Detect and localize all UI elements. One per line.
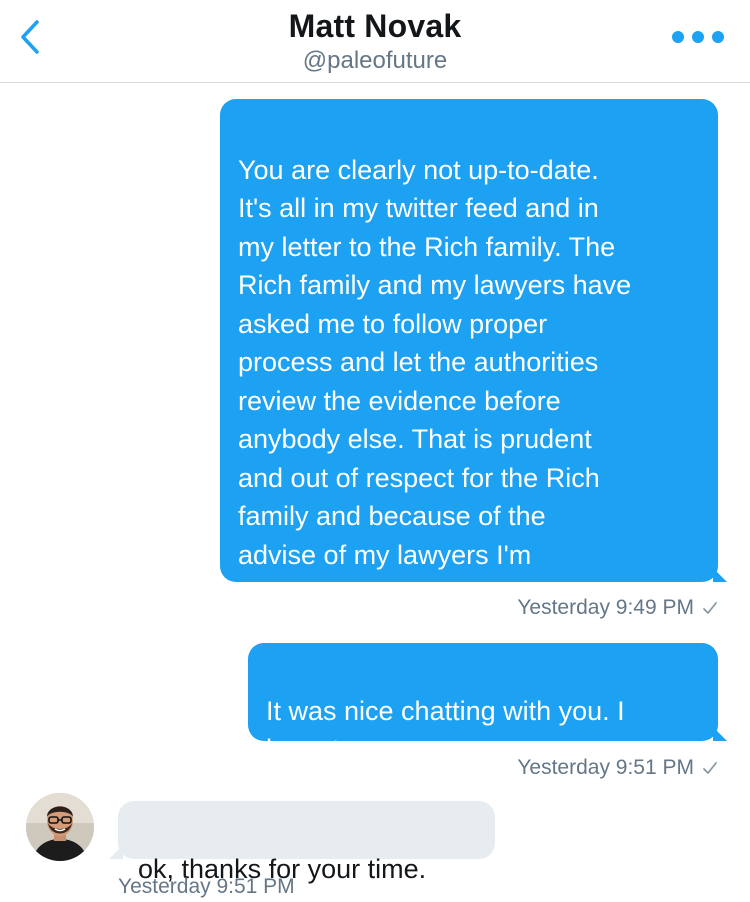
conversation-title-block[interactable]: Matt Novak @paleofuture [0, 6, 750, 76]
sent-message-bubble[interactable]: It was nice chatting with you. I have to… [248, 643, 727, 764]
conversation-header: Matt Novak @paleofuture [0, 0, 750, 83]
message-timestamp: Yesterday 9:51 PM [118, 875, 295, 898]
message-text: It was nice chatting with you. I have to… [266, 695, 625, 765]
more-horizontal-icon [672, 31, 724, 43]
message-meta: Yesterday 9:51 PM [517, 755, 718, 783]
avatar[interactable] [26, 793, 94, 861]
sent-message-bubble[interactable]: You are clearly not up-to-date. It's all… [220, 99, 727, 608]
message-meta: Yesterday 9:49 PM [517, 595, 718, 623]
message-timestamp: Yesterday 9:51 PM [517, 756, 694, 779]
dm-conversation-screen: Matt Novak @paleofuture You are clearly … [0, 0, 750, 902]
contact-handle: @paleofuture [302, 47, 448, 74]
received-message-bubble[interactable]: ok, thanks for your time. [109, 801, 495, 884]
checkmark-icon [702, 597, 718, 623]
message-timestamp: Yesterday 9:49 PM [517, 596, 694, 619]
more-options-button[interactable] [672, 24, 724, 50]
message-meta: Yesterday 9:51 PM [118, 874, 295, 900]
contact-name: Matt Novak [288, 8, 462, 44]
checkmark-icon [702, 757, 718, 783]
message-text: You are clearly not up-to-date. It's all… [238, 154, 632, 609]
